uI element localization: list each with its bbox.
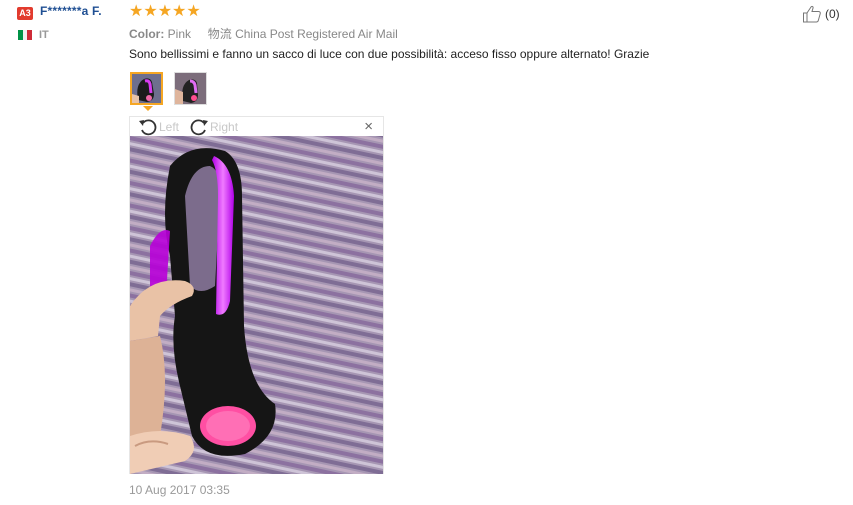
attr-color-value: Pink (167, 27, 192, 41)
rotate-right-label: Right (210, 119, 239, 134)
attr-color-key: Color: (129, 27, 165, 41)
review-photo-thumbnail[interactable] (130, 72, 163, 105)
review-photo (130, 136, 383, 474)
rotate-right-icon (190, 118, 209, 135)
attr-shipping-key: 物流 (207, 27, 232, 41)
order-attributes: Color: Pink 物流 China Post Registered Air… (129, 25, 398, 42)
helpful-count: (0) (825, 7, 840, 21)
buyer-level-badge: A3 (17, 7, 33, 20)
rotate-right-button[interactable]: Right (189, 118, 238, 136)
italy-flag-icon (18, 30, 33, 40)
selected-thumbnail-indicator (143, 106, 153, 111)
review-text: Sono bellissimi e fanno un sacco di luce… (129, 47, 650, 61)
reviewer-country: IT (39, 29, 49, 41)
rotate-left-icon (139, 118, 157, 135)
close-viewer-button[interactable]: × (364, 118, 373, 136)
reviewer-name[interactable]: F*******a F. (40, 4, 102, 18)
star-rating: ★★★★★ (129, 3, 201, 20)
attr-shipping-value: China Post Registered Air Mail (235, 27, 398, 41)
thumbs-up-icon (803, 5, 821, 23)
review-date: 10 Aug 2017 03:35 (129, 483, 230, 497)
rotate-left-button[interactable]: Left (138, 118, 179, 136)
helpful-button[interactable]: (0) (802, 5, 840, 23)
review-photo-thumbnail[interactable] (174, 72, 207, 105)
rotate-left-label: Left (159, 119, 180, 134)
viewer-toolbar: Left Right × (130, 117, 383, 136)
photo-viewer: Left Right × (129, 116, 384, 474)
